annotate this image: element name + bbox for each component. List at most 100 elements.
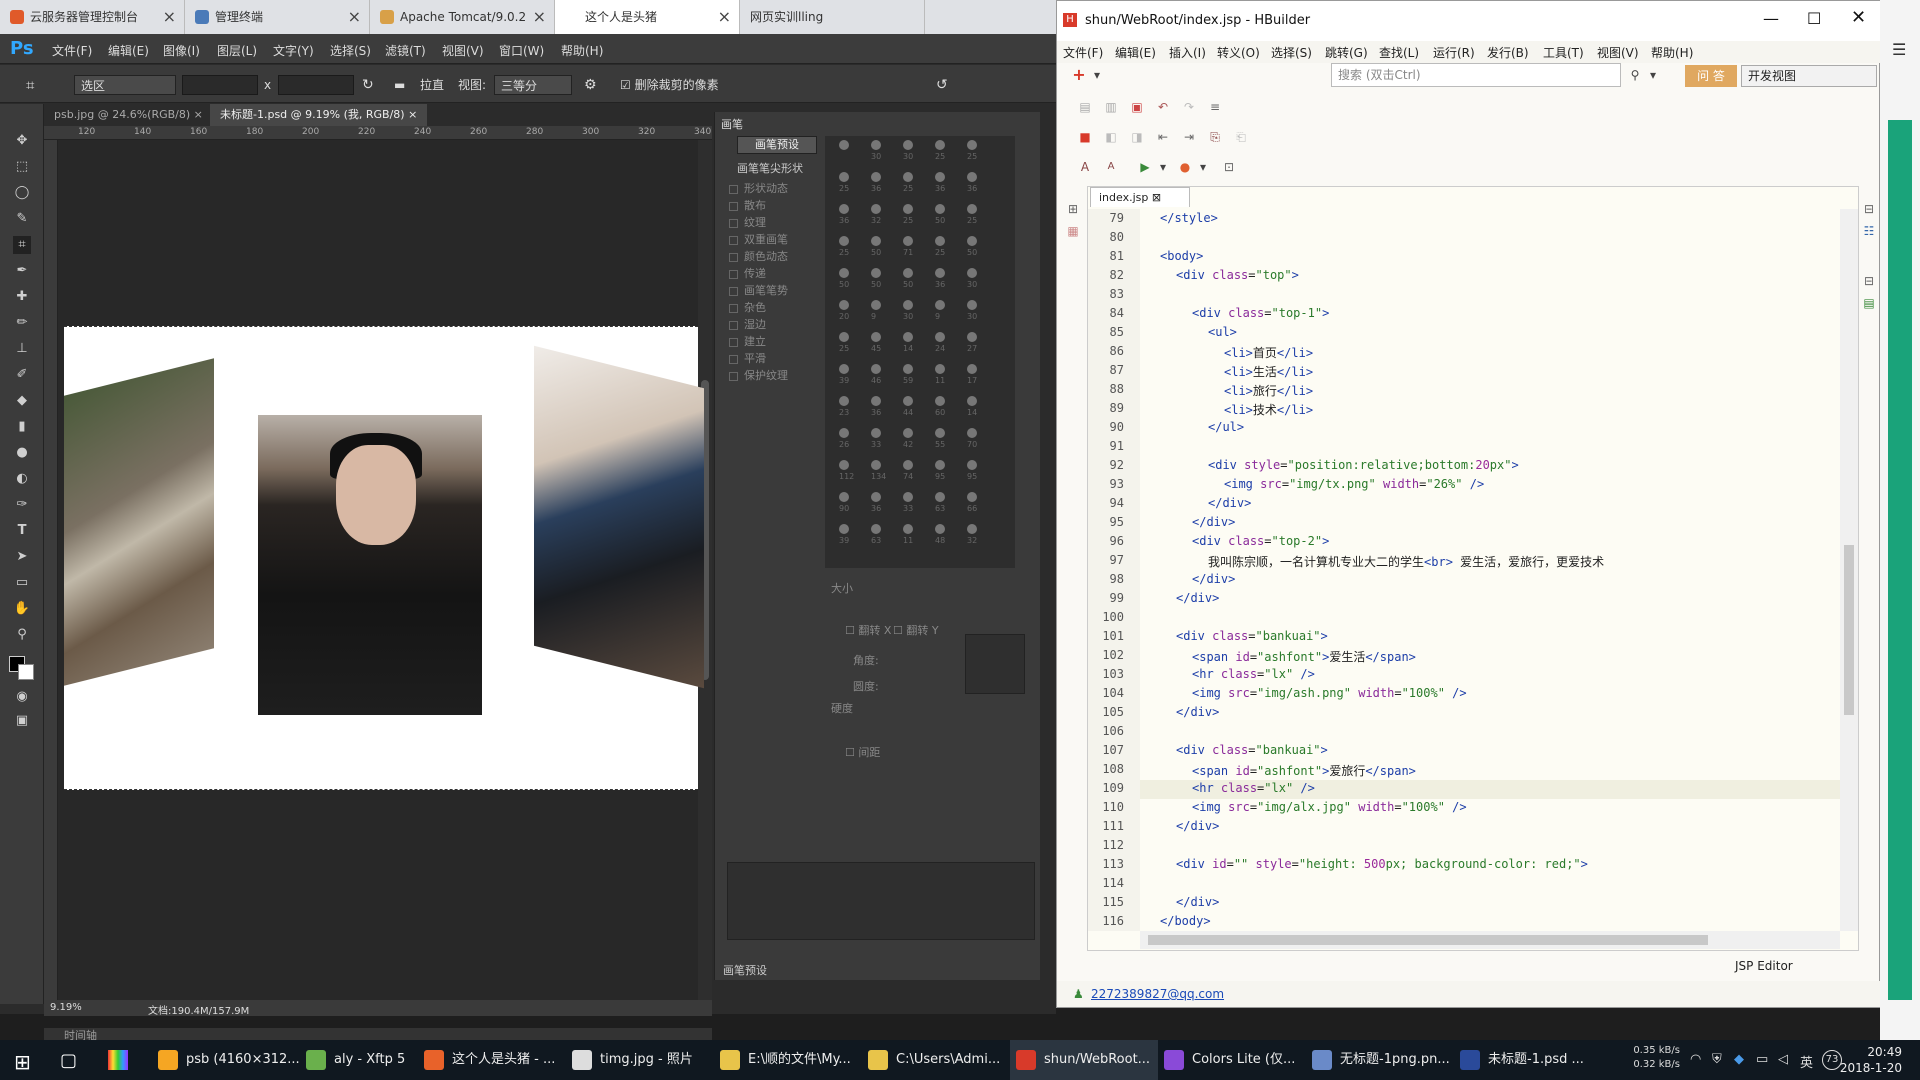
taskbar-item[interactable]: C:\Users\Admi... [862,1040,1010,1080]
console-icon[interactable]: ⊟ [1861,273,1877,289]
editor-hscrollbar[interactable] [1140,931,1840,949]
brush-tip[interactable] [935,140,945,150]
brush-tip[interactable] [839,332,849,342]
straighten-icon[interactable]: ▬ [394,75,405,95]
spacing-checkbox[interactable]: ☐ 间距 [845,744,880,760]
crop-preset-dropdown[interactable]: 选区 [74,75,176,95]
font-up-icon[interactable]: A [1077,159,1093,175]
menu-image[interactable]: 图像(I) [163,42,200,59]
brush-tip[interactable] [935,428,945,438]
menu-window[interactable]: 窗口(W) [499,42,544,59]
delete-cropped-checkbox[interactable]: ☑ 删除裁剪的像素 [620,75,719,95]
minimize-icon[interactable]: — [1763,9,1779,28]
brush-tip[interactable] [935,236,945,246]
menu-select[interactable]: 选择(S) [330,42,371,59]
brush-tip[interactable] [871,396,881,406]
eyedropper-icon[interactable]: ✒ [13,262,31,280]
menu-tools[interactable]: 工具(T) [1543,44,1584,61]
crop-height-field[interactable] [278,75,354,95]
shield-icon[interactable]: ⛨ [1712,1052,1722,1067]
close-icon[interactable]: × [533,0,546,34]
brush-tip[interactable] [839,300,849,310]
code-editor[interactable]: index.jsp ⊠ 79 80 81 82 83 84 85 86 87 88 89 90 91 92… [1087,186,1859,951]
menu-help[interactable]: 帮助(H) [561,42,603,59]
artboard[interactable] [64,326,704,790]
chevron-down-icon[interactable]: ▾ [1645,67,1661,83]
brush-option[interactable]: 散布 [729,197,766,213]
move-tool-icon[interactable]: ✥ [13,132,31,150]
zoom-level[interactable]: 9.19% [50,1002,82,1013]
brush-tip[interactable] [903,524,913,534]
brush-tip[interactable] [903,492,913,502]
brush-tip[interactable] [839,172,849,182]
browser-tab[interactable]: 网页实训lling [740,0,925,34]
quick-select-icon[interactable]: ✎ [13,210,31,228]
menu-publish[interactable]: 发行(B) [1487,44,1529,61]
brush-tip[interactable] [967,428,977,438]
code-line[interactable]: </div> [1192,515,1235,529]
brush-tip-shape-label[interactable]: 画笔笔尖形状 [737,160,803,176]
screen-mode-icon[interactable]: ▣ [13,712,31,730]
brush-tip[interactable] [903,364,913,374]
brush-tip[interactable] [967,396,977,406]
close-icon[interactable]: ⊠ [1152,191,1161,204]
system-clock[interactable]: 20:49 2018-1-20 [1838,1044,1902,1076]
code-line[interactable]: <li>首页</li> [1224,344,1313,361]
brush-tip[interactable] [871,460,881,470]
search-icon[interactable]: ⚲ [1627,67,1643,83]
format-icon[interactable]: ≡ [1207,99,1223,115]
brush-tip[interactable] [871,300,881,310]
path-select-icon[interactable]: ➤ [13,548,31,566]
chevron-down-icon[interactable]: ▾ [1089,67,1105,83]
dodge-icon[interactable]: ◐ [13,470,31,488]
code-line[interactable]: <li>生活</li> [1224,363,1313,380]
brush-presets-tab[interactable]: 画笔预设 [723,962,767,978]
brush-tip[interactable] [935,364,945,374]
chevron-down-icon[interactable]: ▾ [1155,159,1171,175]
back-icon[interactable]: ⇤ [1155,129,1171,145]
reset-icon[interactable]: ↺ [936,75,948,95]
brush-option[interactable]: 平滑 [729,350,766,366]
uncomment-icon[interactable]: ⎗ [1233,129,1249,145]
undo-icon[interactable]: ↶ [1155,99,1171,115]
brush-tip[interactable] [871,524,881,534]
files-icon[interactable]: ▦ [1065,223,1081,239]
eraser-icon[interactable]: ◆ [13,392,31,410]
new-file-icon[interactable]: + [1071,67,1087,83]
search-input[interactable]: 搜索 (双击Ctrl) [1331,63,1621,87]
code-line[interactable]: <img src="img/alx.jpg" width="100%" /> [1192,800,1467,814]
preview-icon[interactable]: ⊡ [1221,159,1237,175]
code-line[interactable]: <span id="ashfont">爱旅行</span> [1192,762,1416,779]
brush-tip[interactable] [839,524,849,534]
brush-tip[interactable] [903,204,913,214]
brush-tip[interactable] [967,268,977,278]
brush-option[interactable]: 保护纹理 [729,367,788,383]
brush-tip[interactable] [839,492,849,502]
menu-type[interactable]: 文字(Y) [273,42,314,59]
brush-tip[interactable] [935,396,945,406]
type-tool-icon[interactable]: T [13,522,31,540]
doc-size[interactable]: 文档:190.4M/157.9M [148,1002,249,1017]
hamburger-menu-icon[interactable]: ☰ [1892,40,1906,59]
brush-preset-button[interactable]: 画笔预设 [737,136,817,154]
doc-tab[interactable]: psb.jpg @ 24.6%(RGB/8) × [44,104,213,126]
gradient-icon[interactable]: ▮ [13,418,31,436]
brush-tip[interactable] [871,236,881,246]
brush-tip[interactable] [839,460,849,470]
crop-tool-icon[interactable]: ⌗ [26,75,34,95]
brush-tip[interactable] [839,204,849,214]
brush-option[interactable]: 画笔笔势 [729,282,788,298]
brush-tip[interactable] [967,300,977,310]
code-line[interactable]: <div class="bankuai"> [1176,743,1328,757]
code-line[interactable]: <div id="" style="height: 500px; backgro… [1176,857,1588,871]
brush-option[interactable]: 纹理 [729,214,766,230]
menu-file[interactable]: 文件(F) [1063,44,1103,61]
brush-option[interactable]: 建立 [729,333,766,349]
code-line[interactable]: <span id="ashfont">爱生活</span> [1192,648,1416,665]
code-line[interactable]: </div> [1176,705,1219,719]
photo-left[interactable] [64,358,214,686]
code-line[interactable]: <img src="img/ash.png" width="100%" /> [1192,686,1467,700]
brush-tip[interactable] [903,172,913,182]
brush-tip[interactable] [839,140,849,150]
pen-tool-icon[interactable]: ✑ [13,496,31,514]
